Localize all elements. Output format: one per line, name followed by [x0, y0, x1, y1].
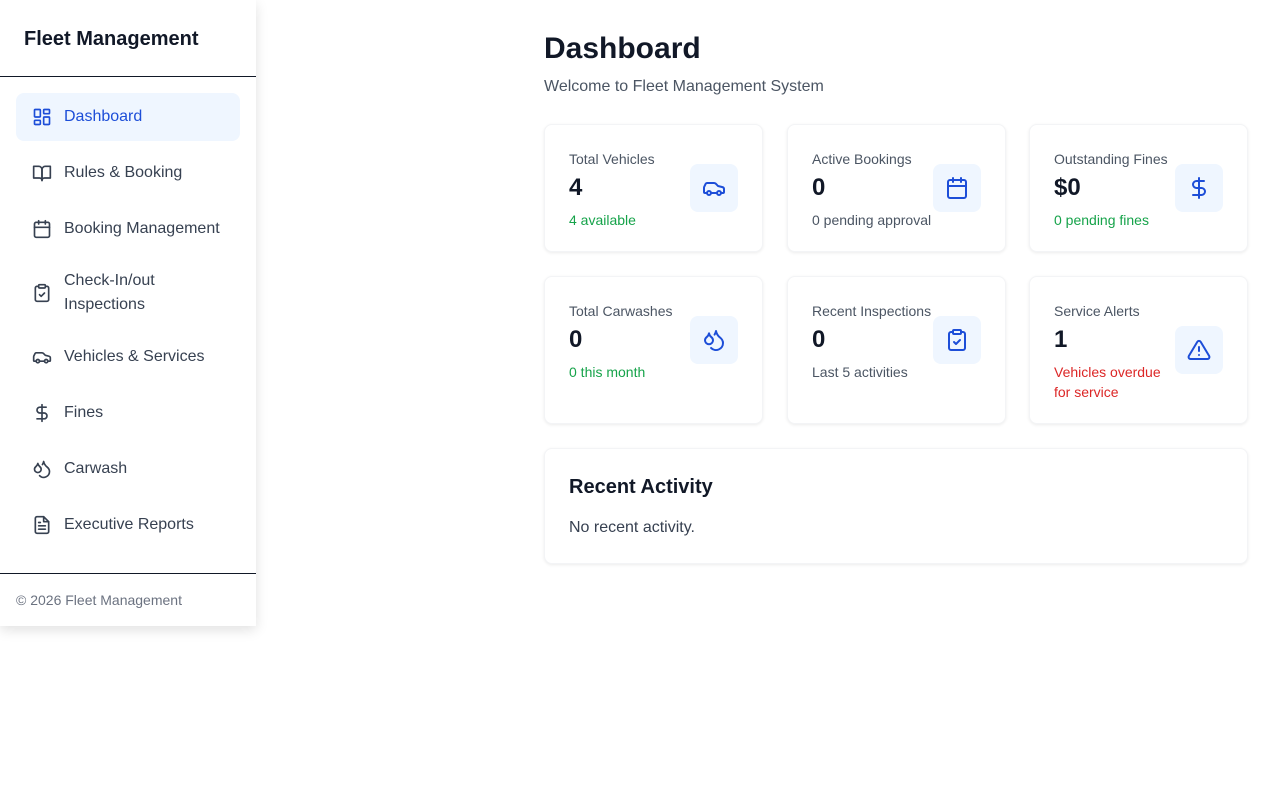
sidebar-item-label: Executive Reports — [64, 516, 194, 533]
dollar-icon — [1175, 164, 1223, 212]
stat-label: Total Carwashes — [569, 303, 673, 319]
sidebar-item-executive-reports[interactable]: Executive Reports — [16, 501, 240, 549]
file-text-icon — [32, 515, 52, 535]
stat-card-active-bookings: Active Bookings 0 0 pending approval — [787, 124, 1006, 252]
stat-subtext: 0 pending fines — [1054, 212, 1149, 228]
sidebar-item-vehicles-services[interactable]: Vehicles & Services — [16, 333, 240, 381]
sidebar-item-rules-booking[interactable]: Rules & Booking — [16, 149, 240, 197]
car-icon — [690, 164, 738, 212]
sidebar-item-dashboard[interactable]: Dashboard — [16, 93, 240, 141]
stat-label: Outstanding Fines — [1054, 151, 1168, 167]
sidebar-item-fines[interactable]: Fines — [16, 389, 240, 437]
recent-activity-title: Recent Activity — [569, 476, 713, 498]
sidebar-item-label: Carwash — [64, 460, 128, 477]
stat-label: Recent Inspections — [812, 303, 932, 319]
sidebar-item-label: Fines — [64, 404, 104, 421]
calendar-icon — [32, 219, 52, 239]
stat-value: 1 — [1054, 326, 1068, 353]
droplets-icon — [32, 459, 52, 479]
page-subtitle: Welcome to Fleet Management System — [544, 78, 824, 95]
stat-label: Service Alerts — [1054, 303, 1140, 319]
stat-subtext: 4 available — [569, 212, 636, 228]
stat-label: Total Vehicles — [569, 151, 655, 167]
sidebar-header: Fleet Management — [0, 0, 256, 77]
sidebar-nav: Dashboard Rules & Booking Booking Manage… — [0, 77, 256, 549]
stat-card-total-vehicles: Total Vehicles 4 4 available — [544, 124, 763, 252]
stat-card-total-carwashes: Total Carwashes 0 0 this month — [544, 276, 763, 424]
sidebar-item-inspections[interactable]: Check-In/out Inspections — [16, 261, 240, 325]
sidebar-item-carwash[interactable]: Carwash — [16, 445, 240, 493]
sidebar-item-label: Vehicles & Services — [64, 348, 205, 365]
stat-value: 0 — [812, 174, 826, 201]
alert-triangle-icon — [1175, 326, 1223, 374]
dollar-icon — [32, 403, 52, 423]
stat-subtext: Last 5 activities — [812, 364, 908, 380]
car-icon — [32, 347, 52, 367]
app-title: Fleet Management — [24, 28, 199, 50]
clipboard-check-icon — [32, 283, 52, 303]
stat-value: 0 — [569, 326, 583, 353]
droplets-icon — [690, 316, 738, 364]
recent-activity-empty-text: No recent activity. — [569, 519, 695, 536]
sidebar-item-label: Rules & Booking — [64, 164, 183, 181]
stat-value: 0 — [812, 326, 826, 353]
clipboard-check-icon — [933, 316, 981, 364]
stat-card-recent-inspections: Recent Inspections 0 Last 5 activities — [787, 276, 1006, 424]
stat-value: $0 — [1054, 174, 1081, 201]
stat-subtext: 0 this month — [569, 364, 646, 380]
sidebar-item-booking-management[interactable]: Booking Management — [16, 205, 240, 253]
sidebar-item-label: Booking Management — [64, 220, 220, 237]
recent-activity-panel: Recent Activity No recent activity. — [544, 448, 1248, 564]
stat-subtext: Vehicles overdue for service — [1054, 364, 1161, 400]
stat-subtext: 0 pending approval — [812, 212, 932, 228]
page-title: Dashboard — [544, 32, 701, 65]
stat-card-outstanding-fines: Outstanding Fines $0 0 pending fines — [1029, 124, 1248, 252]
sidebar: Fleet Management Dashboard Rules & Booki… — [0, 0, 256, 626]
stat-value: 4 — [569, 174, 583, 201]
sidebar-item-label: Dashboard — [64, 108, 143, 125]
sidebar-footer: © 2026 Fleet Management — [0, 573, 256, 626]
calendar-icon — [933, 164, 981, 212]
stat-card-service-alerts: Service Alerts 1 Vehicles overdue for se… — [1029, 276, 1248, 424]
dashboard-icon — [32, 107, 52, 127]
book-open-icon — [32, 163, 52, 183]
stat-label: Active Bookings — [812, 151, 912, 167]
sidebar-item-label: Check-In/out Inspections — [64, 272, 155, 313]
